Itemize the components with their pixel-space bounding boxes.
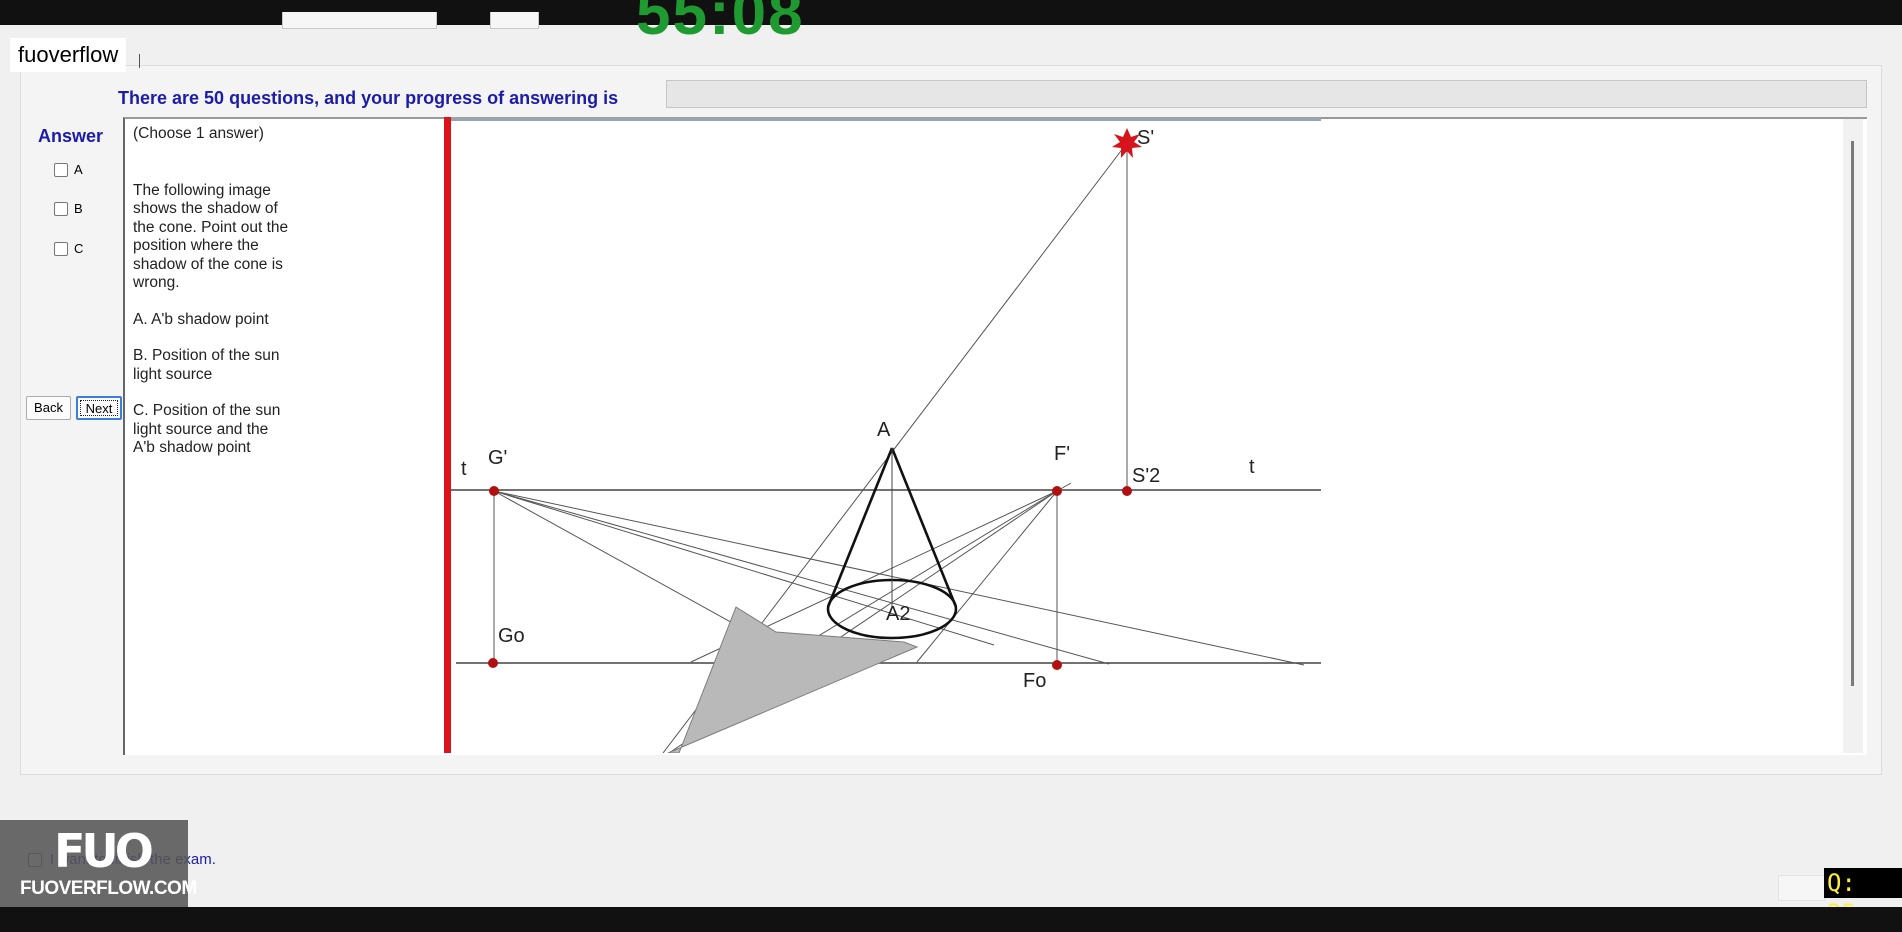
answer-title: Answer [38, 126, 104, 146]
answer-checkbox-a[interactable] [54, 162, 68, 177]
next-button[interactable]: Next [76, 396, 122, 420]
brand-tag: fuoverflow [10, 38, 127, 72]
back-button[interactable]: Back [26, 396, 71, 420]
watermark-url: FUOVERFLOW.COM [20, 878, 197, 899]
question-counter: Q: 25 [1824, 868, 1902, 927]
label-a2: A2 [886, 603, 910, 625]
red-divider [444, 117, 451, 753]
answer-option-a[interactable]: A [54, 162, 83, 177]
answer-checkbox-c[interactable] [54, 241, 68, 256]
progress-label: There are 50 questions, and your progres… [118, 88, 619, 108]
answer-checkbox-b[interactable] [54, 201, 68, 216]
label-go: Go [498, 625, 525, 647]
question-stem: The following image shows the shadow of … [133, 181, 289, 292]
question-scrollbar[interactable] [1843, 119, 1863, 753]
label-g-prime: G' [488, 447, 507, 469]
countdown-timer: 55:08 [636, 0, 805, 48]
bottom-black-bar [0, 907, 1902, 932]
text-cursor [139, 54, 140, 68]
watermark-logo: FUO [54, 824, 154, 878]
choice-c: C. Position of the sun light source and … [133, 402, 281, 456]
scrollbar-thumb[interactable] [1851, 141, 1854, 686]
exam-code-field[interactable] [282, 12, 437, 29]
label-fo: Fo [1023, 670, 1046, 692]
label-a: A [877, 419, 891, 441]
answer-option-b[interactable]: B [54, 201, 83, 216]
label-s2-prime: S'2 [1132, 465, 1160, 487]
choice-b: B. Position of the sun light source [133, 347, 280, 383]
label-t-left: t [461, 458, 467, 480]
choice-a: A. A'b shadow point [133, 310, 269, 328]
progress-bar [666, 80, 1867, 108]
answer-option-a-label: A [74, 162, 83, 177]
label-f-prime: F' [1054, 443, 1070, 465]
question-text: (Choose 1 answer) The following image sh… [133, 125, 293, 458]
answer-option-b-label: B [74, 201, 83, 216]
label-s-prime: S' [1137, 127, 1154, 149]
answer-option-c[interactable]: C [54, 241, 83, 256]
answer-option-c-label: C [74, 241, 84, 256]
question-mode: (Choose 1 answer) [133, 125, 264, 142]
cone-shadow-diagram: S' A F' S'2 G' t t A2 Go Fo [451, 121, 1321, 753]
font-size-field[interactable] [490, 12, 539, 29]
label-t-right: t [1249, 456, 1255, 478]
watermark: FUO FUOVERFLOW.COM [0, 820, 197, 907]
question-number-field [1778, 875, 1825, 901]
